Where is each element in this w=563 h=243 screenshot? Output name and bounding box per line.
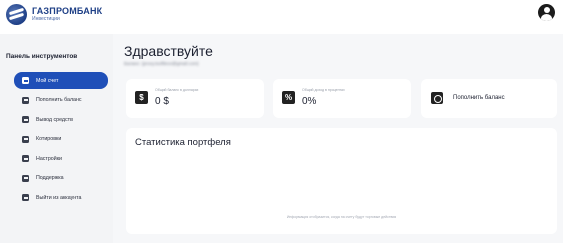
user-email: Баланс: {proxy.tsoftlevo@gmail.com} xyxy=(124,61,199,66)
gazprombank-logo[interactable]: ГАЗПРОМБАНК Инвестиции xyxy=(6,4,102,25)
main-content: Здравствуйте Баланс: {proxy.tsoftlevo@gm… xyxy=(113,34,563,243)
sidebar-item-label: Котировки xyxy=(36,136,62,142)
sidebar-item-label: Выйти из аккаунта xyxy=(36,194,82,201)
account-icon xyxy=(22,77,29,84)
balance-label: Общий баланс в долларах xyxy=(155,88,199,92)
sidebar-item-support[interactable]: Поддержка xyxy=(14,170,108,187)
logo-title: ГАЗПРОМБАНК xyxy=(32,6,103,16)
withdraw-icon xyxy=(22,116,29,123)
sidebar: Панель инструментов Мой счет Пополнить б… xyxy=(0,34,113,243)
portfolio-stats-panel: Статистика портфеля Информация отобразит… xyxy=(126,128,557,234)
sidebar-item-label: Поддержка xyxy=(36,175,64,181)
stats-empty-message: Информация отобразится, когда на счету б… xyxy=(286,215,397,219)
sidebar-nav: Мой счет Пополнить баланс Вывод средств … xyxy=(14,72,108,209)
sidebar-item-quotes[interactable]: Котировки xyxy=(14,131,108,148)
logo-icon xyxy=(6,4,27,25)
sidebar-item-my-account[interactable]: Мой счет xyxy=(14,72,108,89)
dollar-icon: $ xyxy=(135,91,148,104)
top-up-label: Пополнить баланс xyxy=(453,95,505,101)
percent-icon: % xyxy=(282,91,295,104)
sidebar-item-logout[interactable]: Выйти из аккаунта xyxy=(14,189,108,206)
top-bar: ГАЗПРОМБАНК Инвестиции xyxy=(0,0,563,34)
income-label: Общий доход в процентах xyxy=(302,88,345,92)
balance-card: $ Общий баланс в долларах 0 $ xyxy=(126,79,264,118)
balance-value: 0 $ xyxy=(155,96,169,107)
stats-title: Статистика портфеля xyxy=(135,137,231,148)
top-up-icon xyxy=(431,92,443,104)
logo-text: ГАЗПРОМБАНК Инвестиции xyxy=(32,7,102,22)
sidebar-item-settings[interactable]: Настройки xyxy=(14,150,108,167)
sidebar-item-label: Вывод средств xyxy=(36,116,73,123)
user-avatar-icon[interactable] xyxy=(538,4,555,21)
sidebar-title: Панель инструментов xyxy=(6,53,78,60)
wallet-icon xyxy=(22,96,29,104)
sidebar-item-withdraw[interactable]: Вывод средств xyxy=(14,111,108,128)
page-title: Здравствуйте xyxy=(124,43,213,59)
settings-icon xyxy=(22,155,29,162)
sidebar-item-label: Пополнить баланс xyxy=(36,97,82,103)
logo-subtitle: Инвестиции xyxy=(32,16,60,22)
top-up-button[interactable]: Пополнить баланс xyxy=(421,79,557,118)
chart-icon xyxy=(22,135,29,143)
logout-icon xyxy=(22,194,29,201)
income-card: % Общий доход в процентах 0% xyxy=(273,79,411,118)
sidebar-item-label: Мой счет xyxy=(36,77,59,84)
sidebar-item-top-up[interactable]: Пополнить баланс xyxy=(14,92,108,109)
income-value: 0% xyxy=(302,96,317,107)
sidebar-item-label: Настройки xyxy=(36,155,62,162)
support-icon xyxy=(22,174,29,182)
